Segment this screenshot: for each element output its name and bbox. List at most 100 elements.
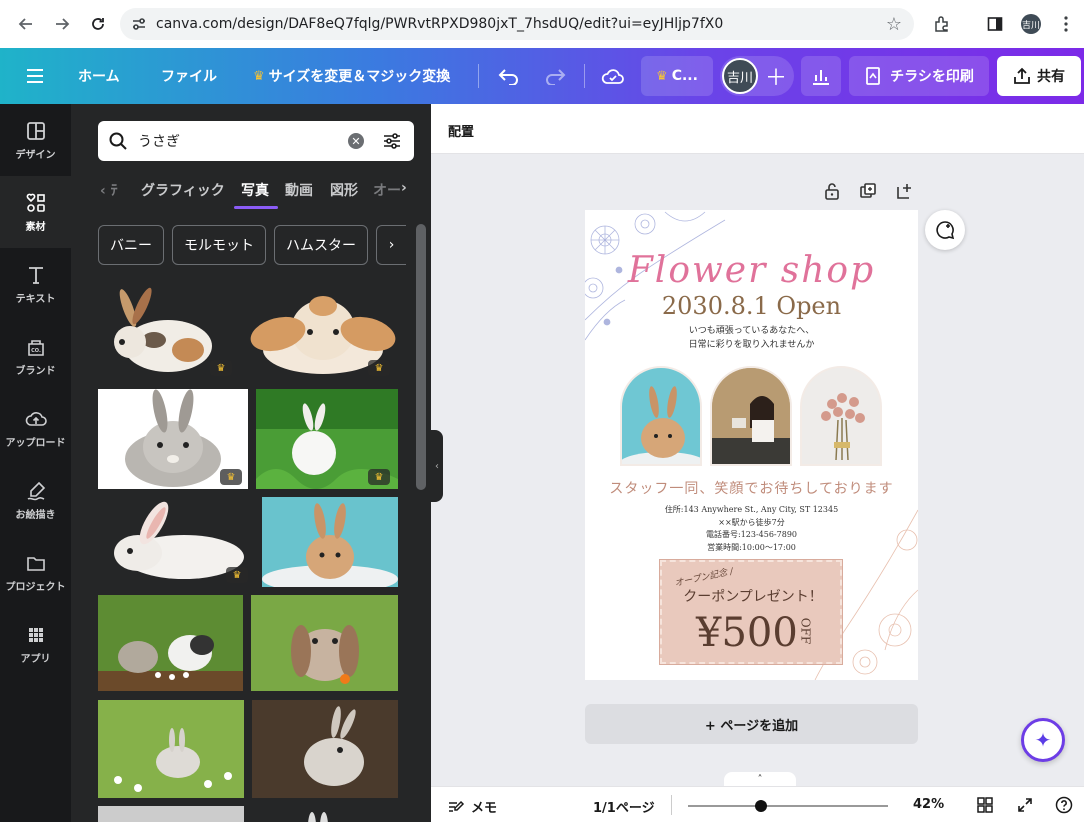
tabs-scroll-left-icon[interactable]: ‹ ﾃ <box>100 180 118 200</box>
insights-chart-icon[interactable] <box>801 56 841 96</box>
flyer-info[interactable]: 住所:143 Anywhere St., Any City, ST 12345 … <box>585 504 918 554</box>
photo-frame-flowers[interactable] <box>800 366 882 466</box>
expand-pages-icon[interactable]: ˄ <box>724 772 796 786</box>
photo-thumbnail[interactable] <box>252 806 398 822</box>
back-icon[interactable] <box>12 10 40 38</box>
filter-icon[interactable] <box>382 131 402 151</box>
svg-text:CO.: CO. <box>31 348 41 354</box>
profile-avatar[interactable]: 吉川 <box>1017 10 1045 38</box>
clear-search-icon[interactable]: ✕ <box>348 133 364 149</box>
extensions-icon[interactable] <box>928 10 956 38</box>
left-rail: デザイン 素材 テキスト CO. ブランド アップロード お絵描き プロジェクト… <box>0 104 71 822</box>
rail-item-brand[interactable]: CO. ブランド <box>0 320 71 392</box>
photo-thumbnail[interactable]: ♛ <box>256 389 398 489</box>
flyer-message[interactable]: スタッフ一同、笑顔でお待ちしております <box>585 478 918 498</box>
rail-item-projects[interactable]: プロジェクト <box>0 536 71 608</box>
photo-thumbnail[interactable]: ♛ <box>248 284 398 380</box>
site-settings-icon[interactable] <box>130 15 148 33</box>
photo-frame-rabbit[interactable] <box>620 366 702 466</box>
photo-thumbnail[interactable]: ♛ <box>98 497 254 587</box>
zoom-level[interactable]: 42% <box>913 797 944 812</box>
tab-photos[interactable]: 写真 <box>241 180 269 200</box>
photo-thumbnail[interactable] <box>98 806 244 822</box>
duplicate-page-icon[interactable] <box>859 182 877 200</box>
rail-item-elements[interactable]: 素材 <box>0 176 71 248</box>
add-collaborator-icon[interactable]: ＋ <box>765 48 787 104</box>
rail-item-draw[interactable]: お絵描き <box>0 464 71 536</box>
tab-shapes[interactable]: 図形 <box>330 180 358 200</box>
chips-next-icon[interactable]: › <box>376 225 406 265</box>
resize-label: サイズを変更＆マジック変換 <box>268 69 451 85</box>
hamburger-menu-icon[interactable] <box>26 48 44 104</box>
tab-videos[interactable]: 動画 <box>285 180 313 200</box>
photo-frame-staff[interactable] <box>710 366 792 466</box>
home-button[interactable]: ホーム <box>78 48 120 104</box>
redo-icon[interactable] <box>544 48 566 104</box>
magic-assistant-icon[interactable]: ✦ <box>1021 718 1065 762</box>
rail-label: アップロード <box>5 437 66 449</box>
user-avatar[interactable]: 吉川 <box>722 58 758 94</box>
grid-view-icon[interactable] <box>977 797 993 813</box>
design-page[interactable]: Flower shop 2030.8.1 Open いつも頑張っているあなたへ、… <box>585 210 918 680</box>
rail-item-upload[interactable]: アップロード <box>0 392 71 464</box>
resize-button[interactable]: ♛ サイズを変更＆マジック変換 <box>253 48 450 104</box>
print-flyer-button[interactable]: チラシを印刷 <box>849 56 989 96</box>
cloud-sync-icon[interactable] <box>601 48 625 104</box>
address-bar[interactable]: canva.com/design/DAF8eQ7fqlg/PWRvtRPXD98… <box>120 8 914 40</box>
canva-header: ホーム ファイル ♛ サイズを変更＆マジック変換 ♛ C... 吉川 ＋ チラシ… <box>0 48 1084 104</box>
forward-icon[interactable] <box>48 10 76 38</box>
photo-thumbnail[interactable] <box>252 700 398 798</box>
content-tabs: ‹ ﾃ グラフィック 写真 動画 図形 オー › <box>98 174 414 208</box>
tab-graphics[interactable]: グラフィック <box>141 180 225 200</box>
flyer-subtitle[interactable]: いつも頑張っているあなたへ、 日常に彩りを取り入れませんか <box>585 324 918 352</box>
text-icon <box>28 266 43 284</box>
file-menu-button[interactable]: ファイル <box>161 48 217 104</box>
rail-item-text[interactable]: テキスト <box>0 248 71 320</box>
pro-crown-icon: ♛ <box>226 567 248 583</box>
panel-scrollbar[interactable] <box>416 224 426 490</box>
rail-item-apps[interactable]: アプリ <box>0 608 71 680</box>
design-icon <box>26 121 45 140</box>
canva-pro-button[interactable]: ♛ C... <box>641 56 713 96</box>
suggestion-chip[interactable]: モルモット <box>172 225 266 265</box>
photo-thumbnail[interactable]: ♛ <box>98 284 242 380</box>
search-input[interactable]: うさぎ ✕ <box>98 121 414 161</box>
share-label: 共有 <box>1037 69 1065 85</box>
notes-button[interactable]: メモ <box>447 797 497 816</box>
flyer-subtitle-line: 日常に彩りを取り入れませんか <box>688 340 815 350</box>
flyer-info-line: 電話番号:123-456-7890 <box>706 530 797 539</box>
share-button[interactable]: 共有 <box>997 56 1081 96</box>
photo-thumbnail[interactable] <box>98 700 244 798</box>
flyer-date[interactable]: 2030.8.1 Open <box>585 292 918 320</box>
flyer-info-line: 営業時間:10:00〜17:00 <box>707 542 796 552</box>
add-page-icon[interactable] <box>895 182 913 200</box>
browser-menu-icon[interactable] <box>1052 10 1080 38</box>
tabs-scroll-right-icon[interactable]: › <box>401 180 407 196</box>
flyer-title[interactable]: Flower shop <box>585 250 918 291</box>
reload-icon[interactable] <box>84 10 112 38</box>
fullscreen-icon[interactable] <box>1017 797 1033 813</box>
bookmark-star-icon[interactable]: ☆ <box>886 14 902 35</box>
position-button[interactable]: 配置 <box>448 121 474 140</box>
collapse-panel-icon[interactable]: ‹ <box>431 430 443 502</box>
side-panel-icon[interactable] <box>981 10 1009 38</box>
photo-thumbnail[interactable] <box>262 497 398 587</box>
zoom-slider[interactable] <box>688 805 888 807</box>
page-counter[interactable]: 1/1ページ <box>593 797 655 816</box>
coupon-ticket[interactable]: オープン記念 / クーポンプレゼント！ ¥500 OFF <box>659 559 843 665</box>
photo-thumbnail[interactable]: ♛ <box>98 389 248 489</box>
search-value: うさぎ <box>138 134 180 150</box>
suggestion-chip[interactable]: ハムスター <box>274 225 368 265</box>
rail-item-design[interactable]: デザイン <box>0 104 71 176</box>
photo-thumbnail[interactable] <box>251 595 398 691</box>
help-icon[interactable] <box>1055 796 1073 814</box>
zoom-slider-handle[interactable] <box>755 800 767 812</box>
add-page-button[interactable]: + ページを追加 <box>585 704 918 744</box>
rail-label: ブランド <box>15 365 56 377</box>
lock-icon[interactable] <box>823 182 841 200</box>
tab-audio[interactable]: オー <box>373 180 401 200</box>
add-comment-icon[interactable] <box>925 210 965 250</box>
undo-icon[interactable] <box>498 48 520 104</box>
suggestion-chip[interactable]: バニー <box>98 225 164 265</box>
photo-thumbnail[interactable] <box>98 595 243 691</box>
